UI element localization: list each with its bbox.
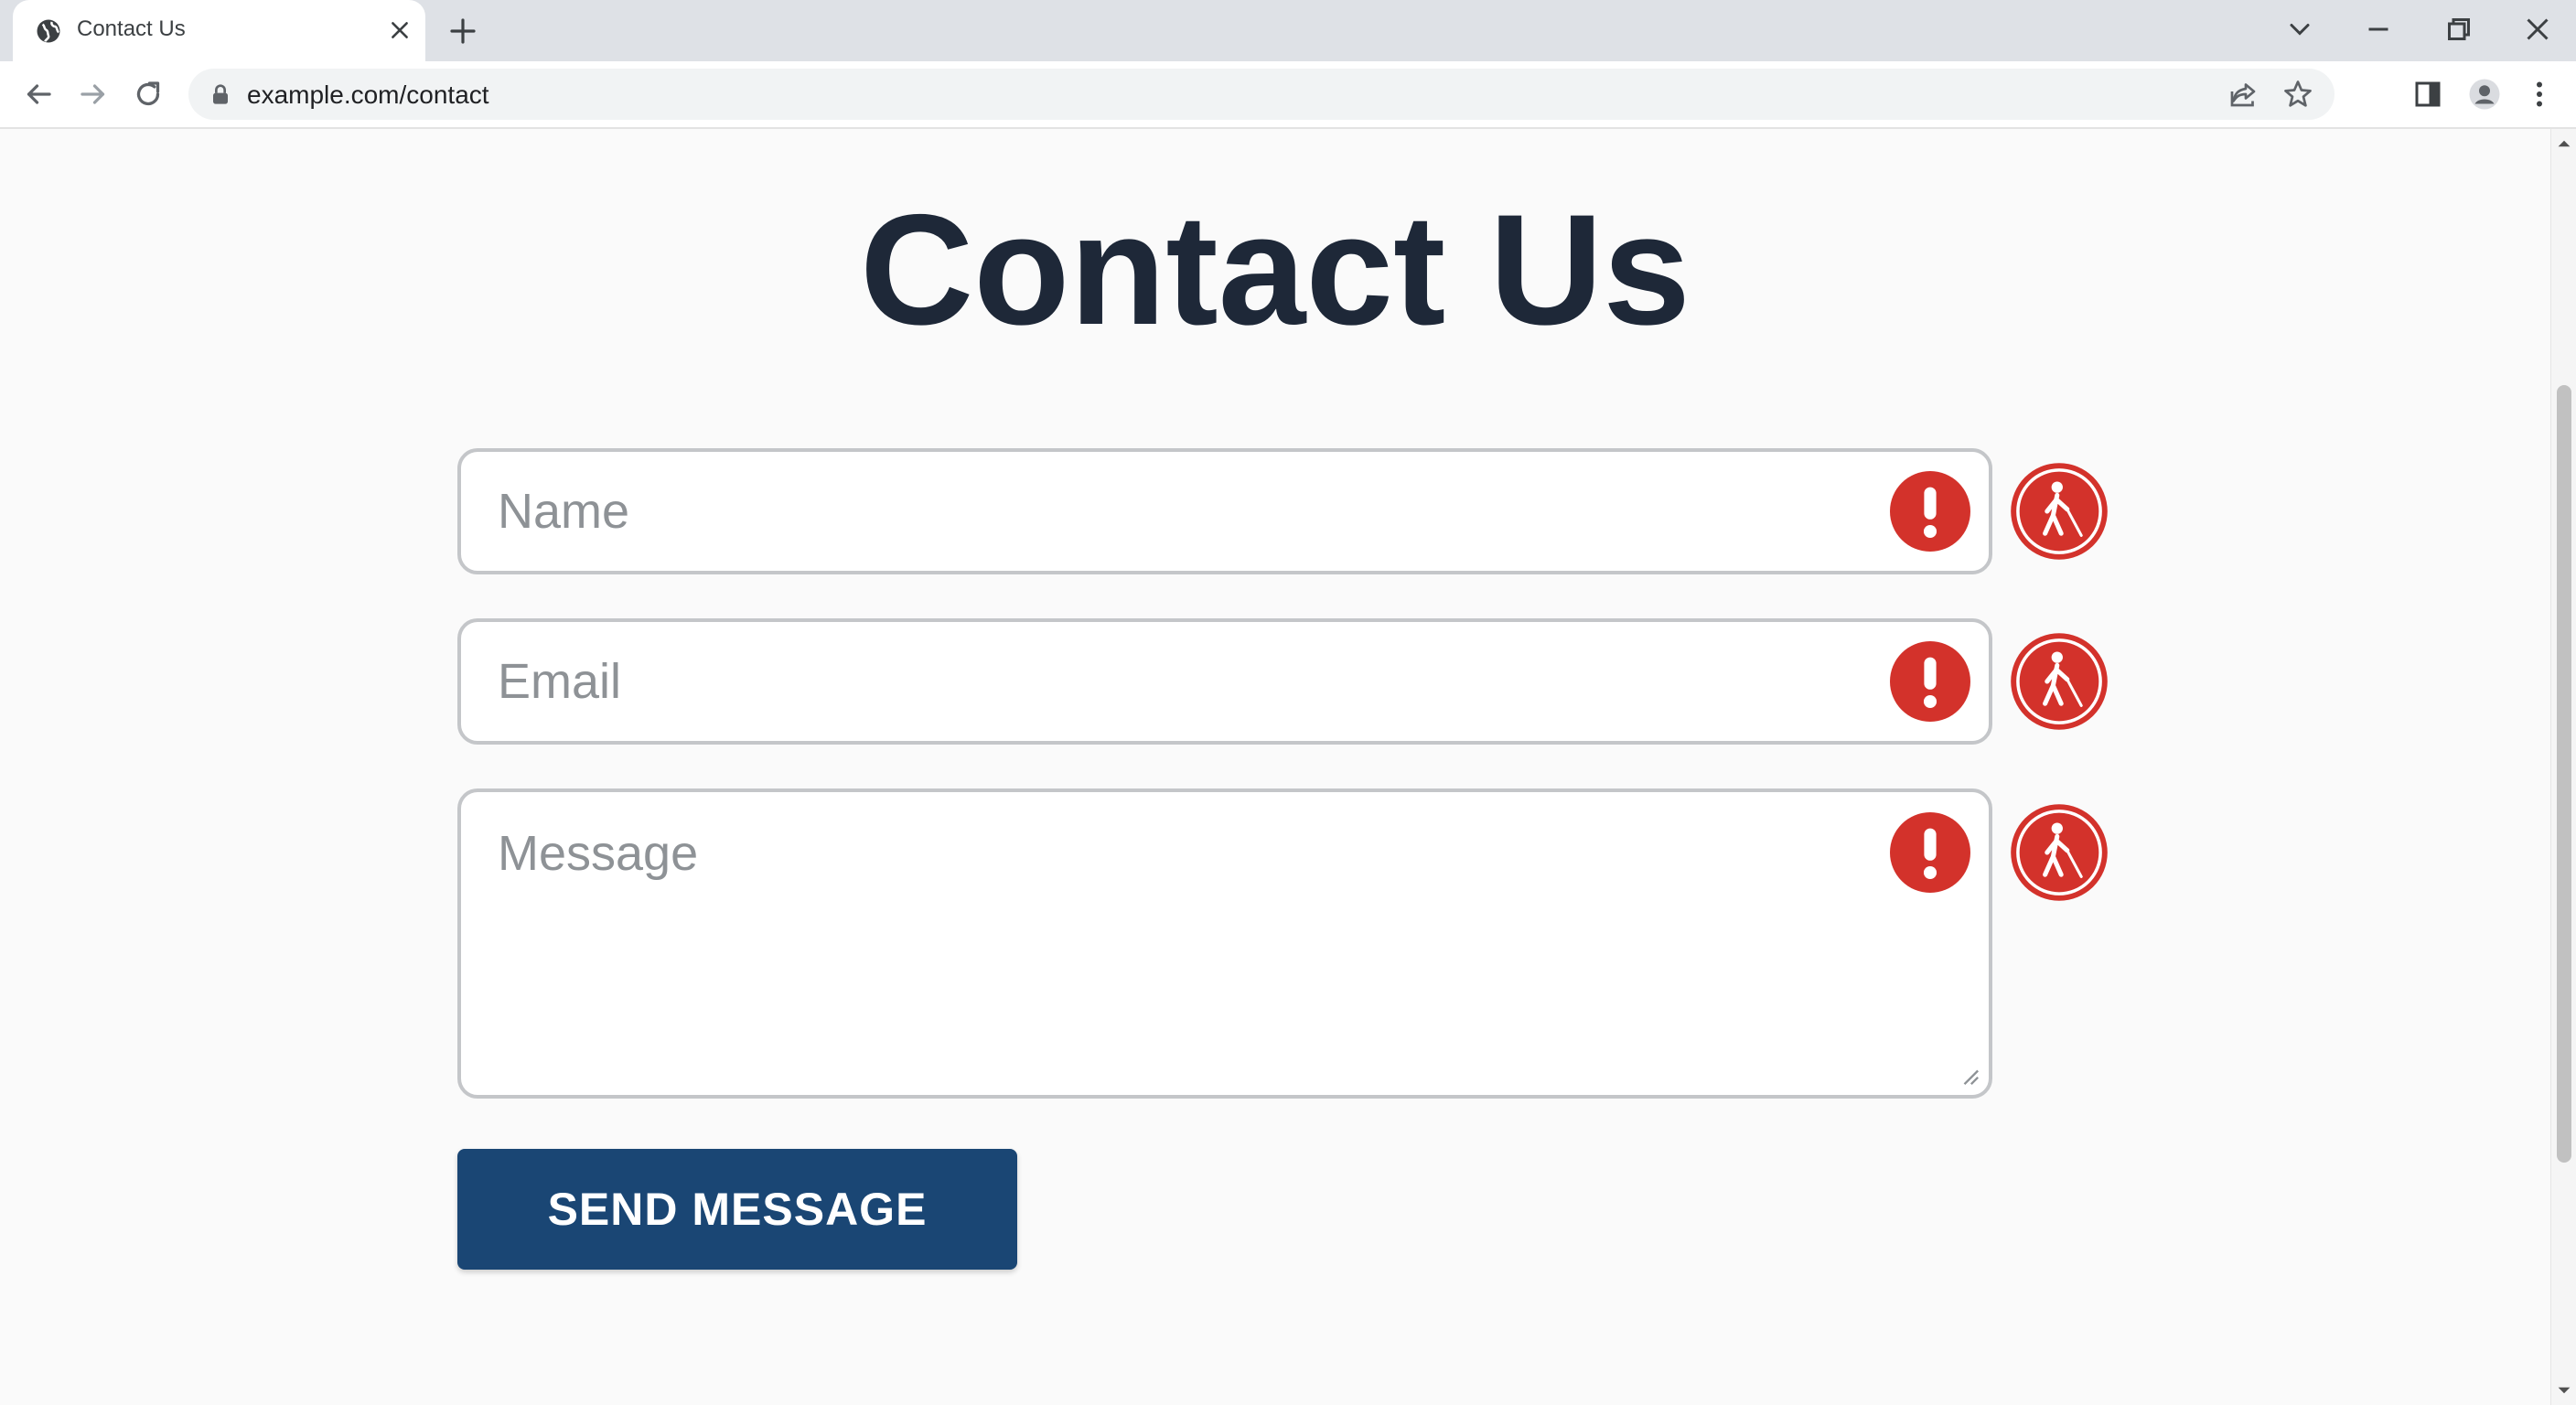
page-viewport: Contact Us Name Email Message SEND MESSA…: [0, 129, 2550, 1405]
page-scrollbar[interactable]: [2550, 129, 2576, 1405]
forward-icon[interactable]: [77, 78, 110, 111]
page-title: Contact Us: [860, 182, 1690, 358]
message-textarea[interactable]: [498, 825, 1778, 1045]
tab-strip: Contact Us: [0, 0, 2576, 61]
profile-avatar-icon[interactable]: [2468, 78, 2501, 111]
accessibility-blind-person-icon[interactable]: [2009, 631, 2109, 732]
close-tab-icon[interactable]: [388, 18, 412, 42]
address-bar[interactable]: example.com/contact: [188, 69, 2334, 120]
name-field[interactable]: [457, 448, 1992, 574]
resize-handle-icon[interactable]: [1959, 1066, 1980, 1086]
globe-icon: [37, 19, 60, 43]
tab-title: Contact Us: [77, 16, 186, 41]
new-tab-icon[interactable]: [448, 16, 478, 46]
share-icon[interactable]: [2227, 78, 2259, 111]
scroll-up-arrow-icon[interactable]: [2557, 136, 2571, 151]
back-icon[interactable]: [22, 78, 55, 111]
reload-icon[interactable]: [132, 78, 165, 111]
bookmark-star-icon[interactable]: [2281, 78, 2314, 111]
url-text[interactable]: example.com/contact: [247, 80, 489, 110]
browser-menu-icon[interactable]: [2523, 78, 2556, 111]
browser-toolbar: example.com/contact: [0, 61, 2576, 129]
error-exclamation-icon: [1890, 812, 1970, 893]
side-panel-icon[interactable]: [2411, 78, 2444, 111]
email-field[interactable]: [457, 618, 1992, 745]
restore-icon[interactable]: [2442, 13, 2475, 46]
scroll-thumb[interactable]: [2557, 385, 2571, 1163]
scroll-down-arrow-icon[interactable]: [2557, 1383, 2571, 1398]
email-input[interactable]: [498, 622, 1778, 741]
tab-search-icon[interactable]: [2283, 13, 2316, 46]
name-input[interactable]: [498, 452, 1778, 571]
lock-icon[interactable]: [210, 83, 231, 105]
error-exclamation-icon: [1890, 641, 1970, 722]
browser-tab[interactable]: Contact Us: [13, 0, 425, 61]
accessibility-blind-person-icon[interactable]: [2009, 802, 2109, 903]
close-window-icon[interactable]: [2521, 13, 2554, 46]
minimize-icon[interactable]: [2362, 13, 2395, 46]
message-field[interactable]: [457, 788, 1992, 1099]
accessibility-blind-person-icon[interactable]: [2009, 461, 2109, 562]
error-exclamation-icon: [1890, 471, 1970, 552]
send-message-button[interactable]: SEND MESSAGE: [457, 1149, 1017, 1270]
